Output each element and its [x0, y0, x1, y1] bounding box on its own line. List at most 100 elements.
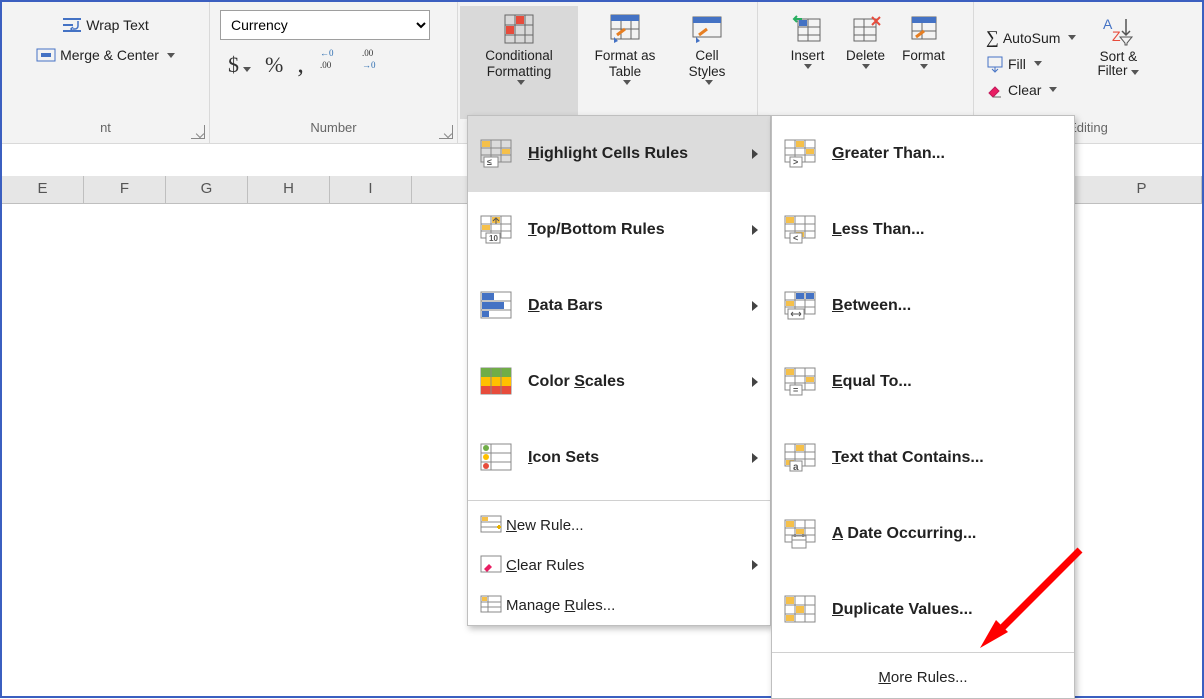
cond-fmt-line1: Conditional [485, 48, 553, 64]
format-as-table-icon [609, 13, 641, 45]
insert-label: Insert [791, 48, 825, 64]
svg-text:.00: .00 [362, 48, 374, 58]
wrap-text-icon [62, 15, 82, 35]
fmt-table-line1: Format as [595, 48, 656, 64]
percent-button[interactable]: % [265, 52, 283, 78]
svg-text:Z: Z [1112, 28, 1121, 44]
insert-button[interactable]: Insert [779, 6, 837, 119]
menu-greater-than[interactable]: > Greater Than... Greater Than... [772, 116, 1074, 192]
cell-styles-button[interactable]: Cell Styles [672, 6, 742, 119]
fmt-table-line2: Table [609, 64, 641, 80]
svg-text:10: 10 [489, 234, 498, 243]
col-header[interactable]: I [330, 176, 412, 203]
equal-to-icon: = [784, 367, 816, 397]
cond-fmt-line2: Formatting [487, 64, 552, 80]
color-scales-icon [480, 367, 512, 397]
autosum-icon: ∑ [986, 27, 999, 48]
duplicate-values-icon [784, 595, 816, 625]
col-header[interactable]: E [2, 176, 84, 203]
chevron-right-icon [752, 377, 758, 387]
col-header[interactable]: H [248, 176, 330, 203]
greater-than-icon: > [784, 139, 816, 169]
menu-manage-rules[interactable]: Manage Rules... Manage Rules... [468, 585, 770, 625]
insert-icon [792, 13, 824, 45]
manage-rules-icon [480, 595, 502, 615]
number-dialog-launcher[interactable] [439, 125, 453, 139]
fill-label: Fill [1008, 56, 1026, 72]
sort-filter-button[interactable]: AZ Sort &Filter [1090, 8, 1146, 119]
between-icon [784, 291, 816, 321]
svg-text:=: = [793, 385, 798, 395]
comma-style-button[interactable]: , [297, 49, 304, 79]
clear-label: Clear [1008, 82, 1041, 98]
format-as-table-button[interactable]: Format as Table [578, 6, 672, 119]
svg-text:<: < [793, 233, 798, 243]
svg-text:.00: .00 [320, 60, 332, 70]
highlight-cells-rules-submenu: > Greater Than... Greater Than... < Less… [771, 115, 1075, 699]
clear-rules-icon [480, 555, 502, 575]
menu-clear-rules[interactable]: Clear Rules Clear Rules [468, 545, 770, 585]
format-button[interactable]: Format [895, 6, 953, 119]
menu-highlight-cells-rules[interactable]: ≤ Highlight Cells Rules Highlight Cells … [468, 116, 770, 192]
conditional-formatting-icon [503, 13, 535, 45]
chevron-right-icon [752, 560, 758, 570]
svg-text:←0: ←0 [320, 48, 334, 58]
cell-styles-icon [691, 13, 723, 45]
autosum-label: AutoSum [1003, 30, 1061, 46]
menu-color-scales[interactable]: Color Scales Color Scales [468, 344, 770, 420]
svg-text:a: a [793, 462, 799, 473]
menu-equal-to[interactable]: = Equal To... Equal To... [772, 344, 1074, 420]
chevron-right-icon [752, 453, 758, 463]
chevron-right-icon [752, 149, 758, 159]
menu-top-bottom-rules[interactable]: 10 Top/Bottom Rules Top/Bottom Rules [468, 192, 770, 268]
cell-styles-line1: Cell [695, 48, 718, 64]
clear-icon [986, 81, 1004, 99]
col-header[interactable]: G [166, 176, 248, 203]
menu-less-than[interactable]: < Less Than... Less Than... [772, 192, 1074, 268]
group-alignment: Wrap Text Merge & Center nt [2, 2, 210, 143]
col-header[interactable]: F [84, 176, 166, 203]
number-format-select[interactable]: Currency [220, 10, 430, 40]
fill-button[interactable]: Fill [982, 51, 1080, 77]
menu-new-rule[interactable]: New Rule... New Rule... [468, 505, 770, 545]
accounting-format-button[interactable]: $ [228, 52, 251, 78]
group-number: Currency $ % , ←0.00 .00→0 Number [210, 2, 458, 143]
sort-filter-line1: Sort & [1100, 49, 1138, 64]
merge-center-button[interactable]: Merge & Center [32, 40, 179, 70]
highlight-rules-icon: ≤ [480, 139, 512, 169]
chevron-right-icon [752, 225, 758, 235]
top-bottom-icon: 10 [480, 215, 512, 245]
menu-icon-sets[interactable]: Icon Sets Icon Sets [468, 420, 770, 496]
menu-between[interactable]: Between... Between... [772, 268, 1074, 344]
format-label: Format [902, 48, 945, 64]
menu-duplicate-values[interactable]: Duplicate Values... Duplicate Values... [772, 572, 1074, 648]
col-header[interactable]: P [1082, 176, 1202, 203]
autosum-button[interactable]: ∑ AutoSum [982, 25, 1080, 51]
merge-center-label: Merge & Center [60, 47, 159, 63]
svg-text:>: > [793, 157, 798, 167]
group-number-label: Number [210, 119, 457, 143]
wrap-text-button[interactable]: Wrap Text [58, 10, 153, 40]
new-rule-icon [480, 515, 502, 535]
clear-button[interactable]: Clear [982, 77, 1080, 103]
delete-icon [850, 13, 882, 45]
group-alignment-label: nt [2, 119, 209, 143]
data-bars-icon [480, 291, 512, 321]
alignment-dialog-launcher[interactable] [191, 125, 205, 139]
cell-styles-line2: Styles [689, 64, 726, 80]
sort-filter-icon: AZ [1102, 15, 1134, 47]
increase-decimal-icon[interactable]: ←0.00 [318, 46, 346, 72]
menu-more-rules[interactable]: More Rules... More Rules... [772, 657, 1074, 698]
menu-text-contains[interactable]: a Text that Contains... Text that Contai… [772, 420, 1074, 496]
menu-date-occurring[interactable]: A Date Occurring... A Date Occurring... [772, 496, 1074, 572]
delete-label: Delete [846, 48, 885, 64]
conditional-formatting-button[interactable]: Conditional Formatting [460, 6, 578, 119]
menu-data-bars[interactable]: Data Bars Data Bars [468, 268, 770, 344]
format-icon [908, 13, 940, 45]
icon-sets-icon [480, 443, 512, 473]
conditional-formatting-menu: ≤ Highlight Cells Rules Highlight Cells … [467, 115, 771, 626]
delete-button[interactable]: Delete [837, 6, 895, 119]
svg-text:≤: ≤ [487, 157, 492, 167]
sort-filter-line2: Filter [1097, 63, 1139, 78]
decrease-decimal-icon[interactable]: .00→0 [360, 46, 388, 72]
